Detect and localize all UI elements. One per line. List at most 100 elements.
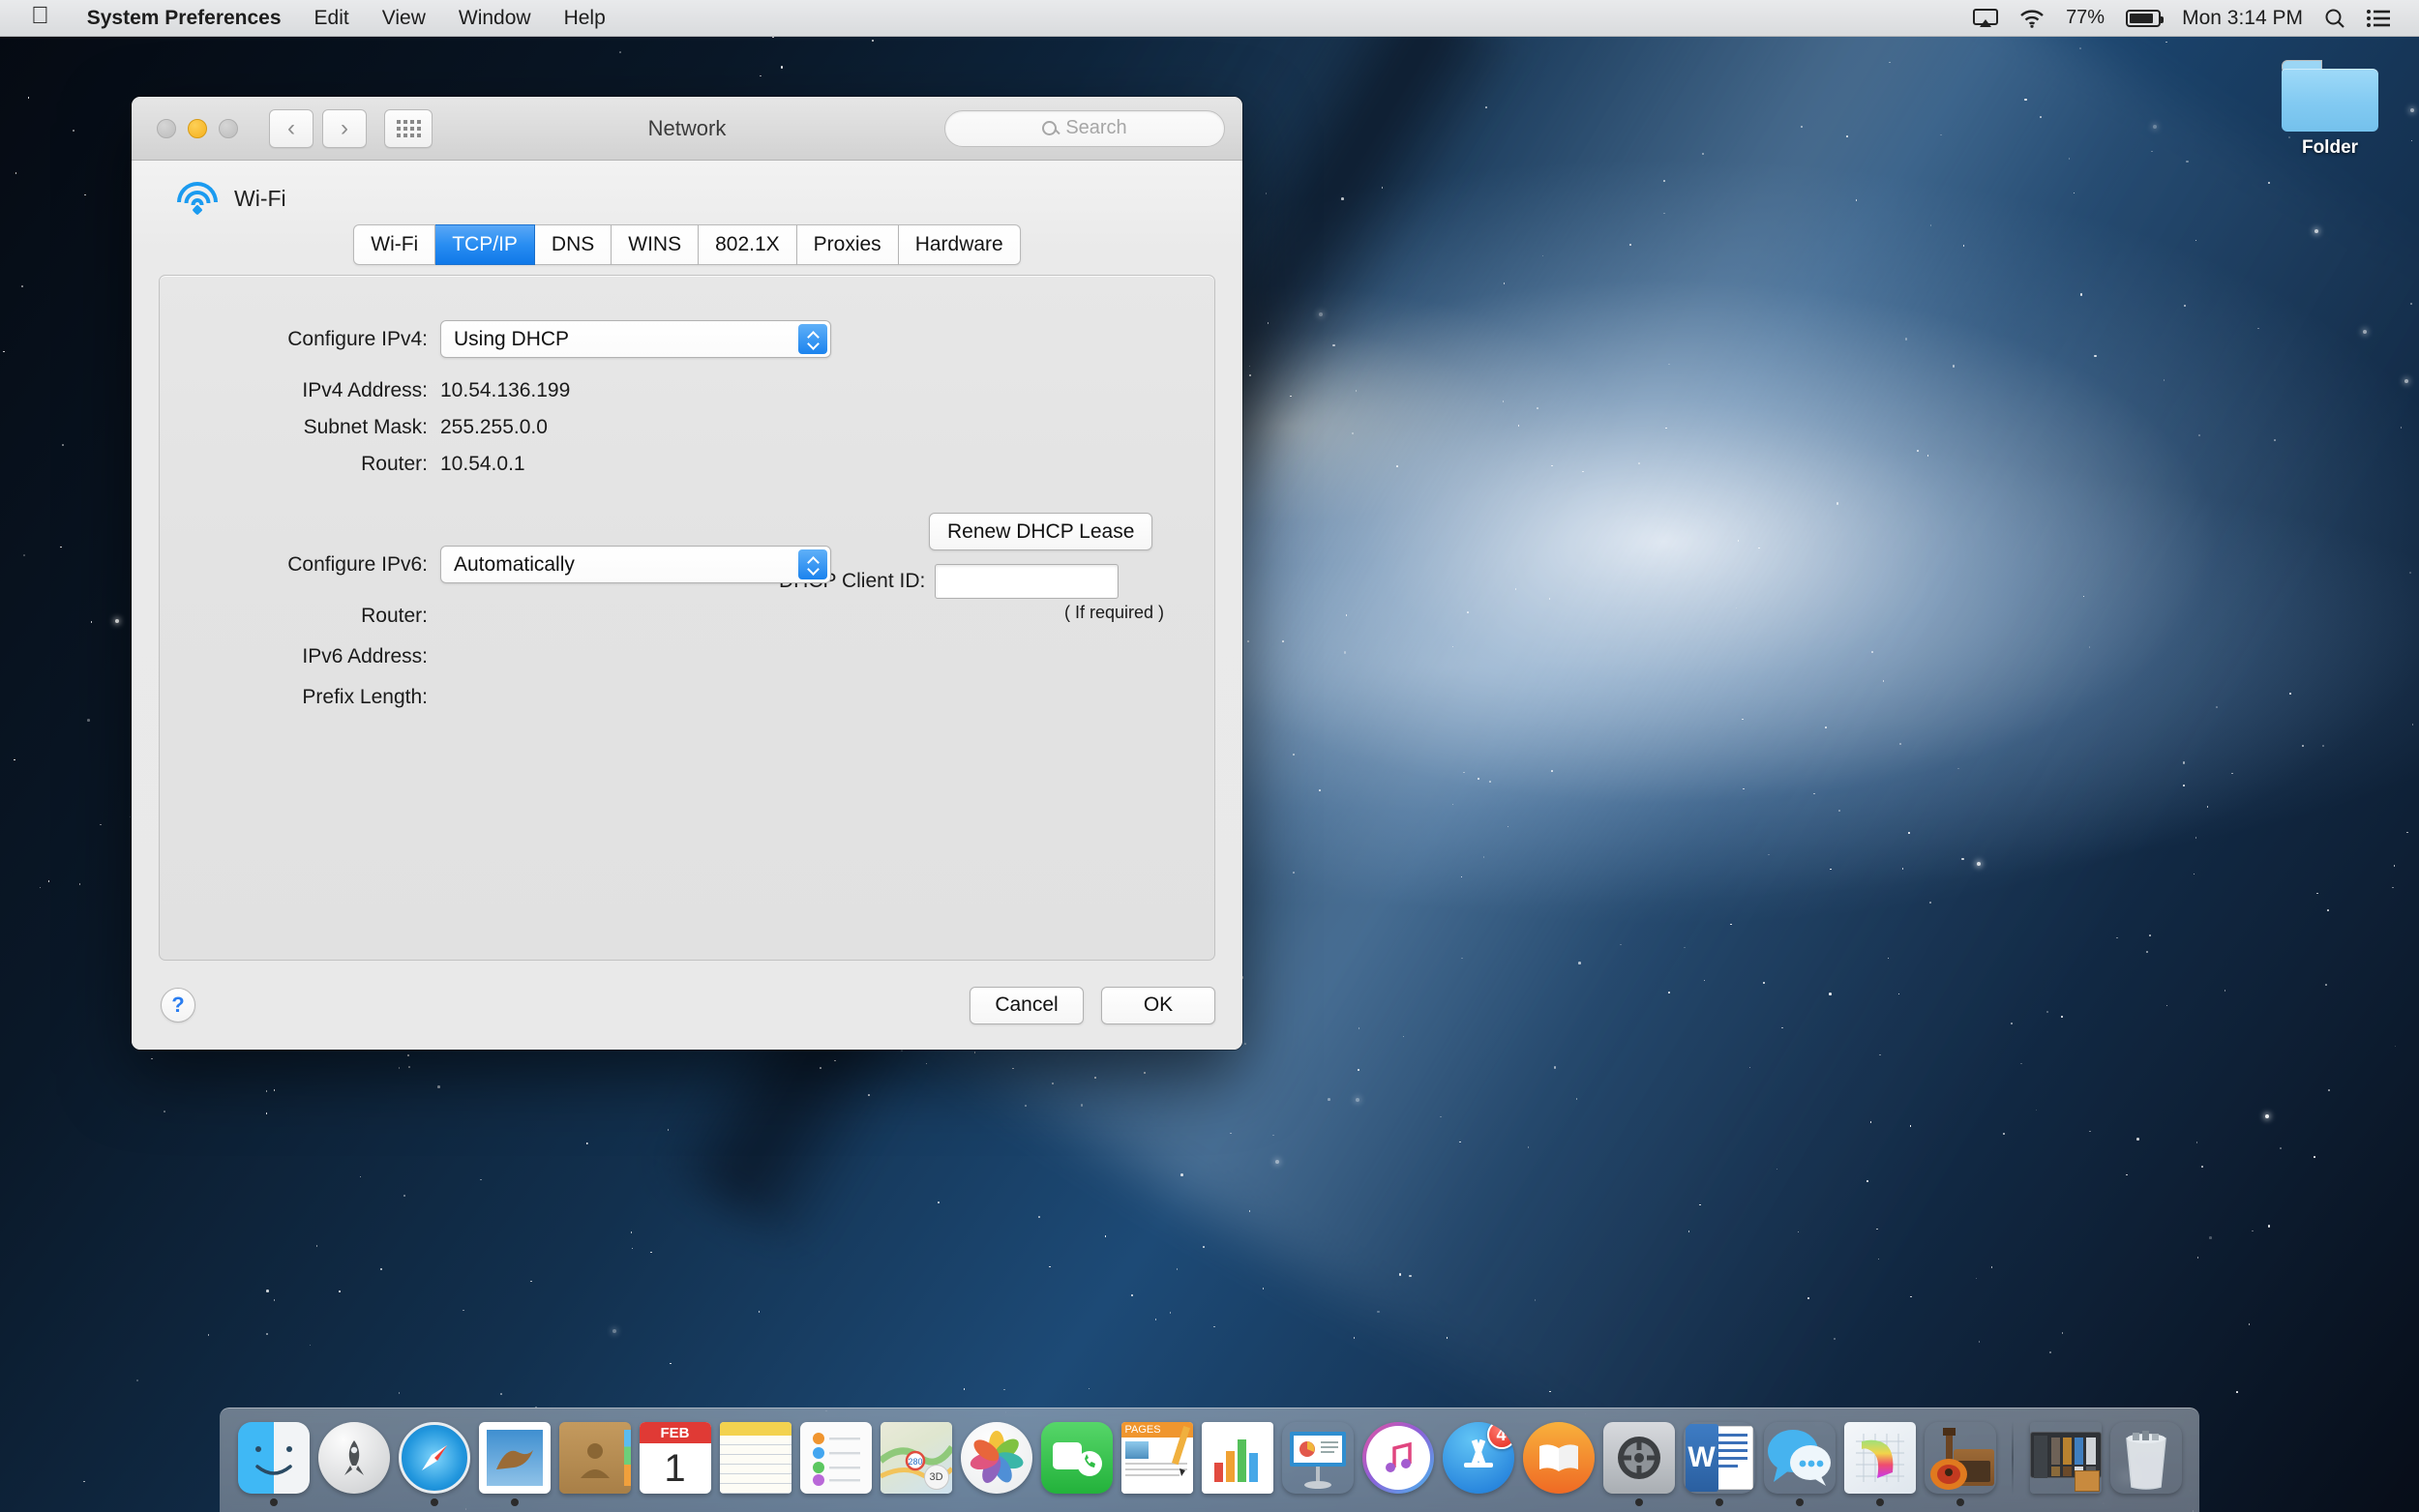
dock-item-photos[interactable] [956, 1409, 1036, 1506]
ipv6-router-label: Router: [361, 605, 428, 627]
prefix-length-label: Prefix Length: [302, 686, 428, 708]
tab-hardware[interactable]: Hardware [898, 224, 1021, 265]
folder-icon [2282, 60, 2378, 132]
dock-item-calendar[interactable]: FEB 1 [635, 1409, 715, 1506]
dock-item-ibooks[interactable] [1518, 1409, 1598, 1506]
running-indicator [510, 1498, 519, 1506]
dock-item-finder[interactable] [233, 1409, 314, 1506]
configure-ipv4-value: Using DHCP [454, 327, 570, 350]
dock-item-garageband[interactable] [1920, 1409, 2000, 1506]
tab-8021x[interactable]: 802.1X [699, 224, 797, 265]
ok-button[interactable]: OK [1101, 986, 1215, 1024]
dock-item-numbers[interactable] [1197, 1409, 1277, 1506]
dock-item-contacts[interactable] [554, 1409, 635, 1506]
service-header: Wi-Fi [159, 161, 1215, 224]
search-input[interactable]: Search [944, 109, 1225, 147]
menu-item-edit[interactable]: Edit [298, 7, 366, 30]
menu-bar-status-area: 77% Mon 3:14 PM [1973, 7, 2404, 30]
window-titlebar[interactable]: ‹ › Network Search [132, 97, 1242, 161]
dock-item-microsoft-word[interactable]: W [1679, 1409, 1759, 1506]
dock-item-app-store[interactable]: 4 [1438, 1409, 1518, 1506]
dock-item-notes[interactable] [715, 1409, 795, 1506]
dock-item-trash[interactable] [2105, 1409, 2186, 1506]
dock-item-reminders[interactable] [795, 1409, 876, 1506]
desktop-icon-label: Folder [2301, 137, 2359, 158]
help-button[interactable]: ? [161, 988, 195, 1023]
dock-item-itunes[interactable] [1358, 1409, 1438, 1506]
ipv6-address-label: IPv6 Address: [302, 645, 428, 667]
running-indicator [269, 1498, 278, 1506]
configure-ipv6-row: Configure IPv6: Automatically [198, 546, 1176, 583]
airplay-icon[interactable] [1973, 8, 1999, 28]
chevron-updown-icon [798, 324, 827, 354]
calendar-icon: FEB 1 [639, 1422, 711, 1494]
mail-icon [478, 1422, 551, 1494]
ipv6-router-row: Router: [198, 605, 1176, 628]
menu-item-help[interactable]: Help [548, 7, 622, 30]
dock-item-facetime[interactable] [1036, 1409, 1117, 1506]
ipv4-address-value: 10.54.136.199 [440, 379, 571, 401]
maps-icon: 280 3D [880, 1422, 952, 1494]
configure-ipv6-label: Configure IPv6: [287, 552, 428, 576]
tab-wins[interactable]: WINS [612, 224, 700, 265]
notification-center-icon[interactable] [2367, 9, 2390, 27]
downloads-stack-icon [2029, 1422, 2102, 1494]
tab-tcpip[interactable]: TCP/IP [435, 224, 535, 265]
numbers-icon [1201, 1422, 1273, 1494]
forward-button[interactable]: › [322, 108, 367, 148]
zoom-button[interactable] [219, 118, 238, 138]
subnet-mask-label: Subnet Mask: [303, 416, 428, 438]
battery-icon[interactable] [2126, 9, 2165, 27]
configure-ipv4-row: Configure IPv4: Using DHCP [198, 320, 1176, 358]
desktop-icon-folder[interactable]: Folder [2272, 60, 2388, 159]
search-icon [1042, 121, 1058, 135]
window-body: Wi-Fi Wi-Fi TCP/IP DNS WINS 802.1X Proxi… [132, 161, 1242, 1050]
grapher-icon [1843, 1422, 1916, 1494]
tab-wifi[interactable]: Wi-Fi [353, 224, 436, 265]
facetime-icon [1040, 1422, 1113, 1494]
dock-item-safari[interactable] [394, 1409, 474, 1506]
menu-item-view[interactable]: View [366, 7, 442, 30]
running-indicator [1875, 1498, 1884, 1506]
cancel-button[interactable]: Cancel [970, 986, 1084, 1024]
window-traffic-lights [157, 118, 238, 138]
spotlight-search-icon[interactable] [2324, 8, 2345, 29]
menu-bar-clock[interactable]: Mon 3:14 PM [2182, 7, 2303, 30]
wifi-icon [176, 182, 219, 216]
battery-percentage-label: 77% [2066, 7, 2105, 28]
tab-proxies[interactable]: Proxies [796, 224, 899, 265]
dock-item-system-preferences[interactable] [1598, 1409, 1679, 1506]
dock-item-pages[interactable]: PAGES [1117, 1409, 1197, 1506]
dock-item-downloads-stack[interactable] [2025, 1409, 2105, 1506]
app-store-badge: 4 [1486, 1422, 1514, 1449]
close-button[interactable] [157, 118, 176, 138]
dock-item-keynote[interactable] [1277, 1409, 1358, 1506]
menu-item-window[interactable]: Window [442, 7, 548, 30]
running-indicator [430, 1498, 438, 1506]
menu-item-system-preferences[interactable]: System Preferences [71, 7, 298, 30]
show-all-grid-icon[interactable] [384, 108, 433, 148]
configure-ipv4-select[interactable]: Using DHCP [440, 320, 831, 358]
apple-logo-icon[interactable]:  [31, 4, 49, 28]
ipv4-address-row: IPv4 Address: 10.54.136.199 [198, 379, 1176, 402]
dock-item-grapher[interactable] [1839, 1409, 1920, 1506]
configure-ipv6-select[interactable]: Automatically [440, 546, 831, 583]
back-button[interactable]: ‹ [269, 108, 314, 148]
photos-icon [960, 1422, 1032, 1494]
dock-item-messages[interactable] [1759, 1409, 1839, 1506]
app-store-icon: 4 [1442, 1422, 1514, 1494]
pages-icon: PAGES [1120, 1422, 1193, 1494]
reminders-icon [799, 1422, 872, 1494]
running-indicator [1715, 1498, 1723, 1506]
calendar-day: 1 [664, 1446, 686, 1490]
running-indicator [1956, 1498, 1964, 1506]
dock-item-launchpad[interactable] [314, 1409, 394, 1506]
dock-item-maps[interactable]: 280 3D [876, 1409, 956, 1506]
configure-ipv6-value: Automatically [454, 552, 575, 576]
tab-dns[interactable]: DNS [534, 224, 612, 265]
wifi-icon[interactable] [2019, 9, 2045, 28]
minimize-button[interactable] [188, 118, 207, 138]
toolbar-nav-group: ‹ › [269, 108, 367, 148]
configure-ipv4-label: Configure IPv4: [287, 327, 428, 350]
dock-item-mail[interactable] [474, 1409, 554, 1506]
